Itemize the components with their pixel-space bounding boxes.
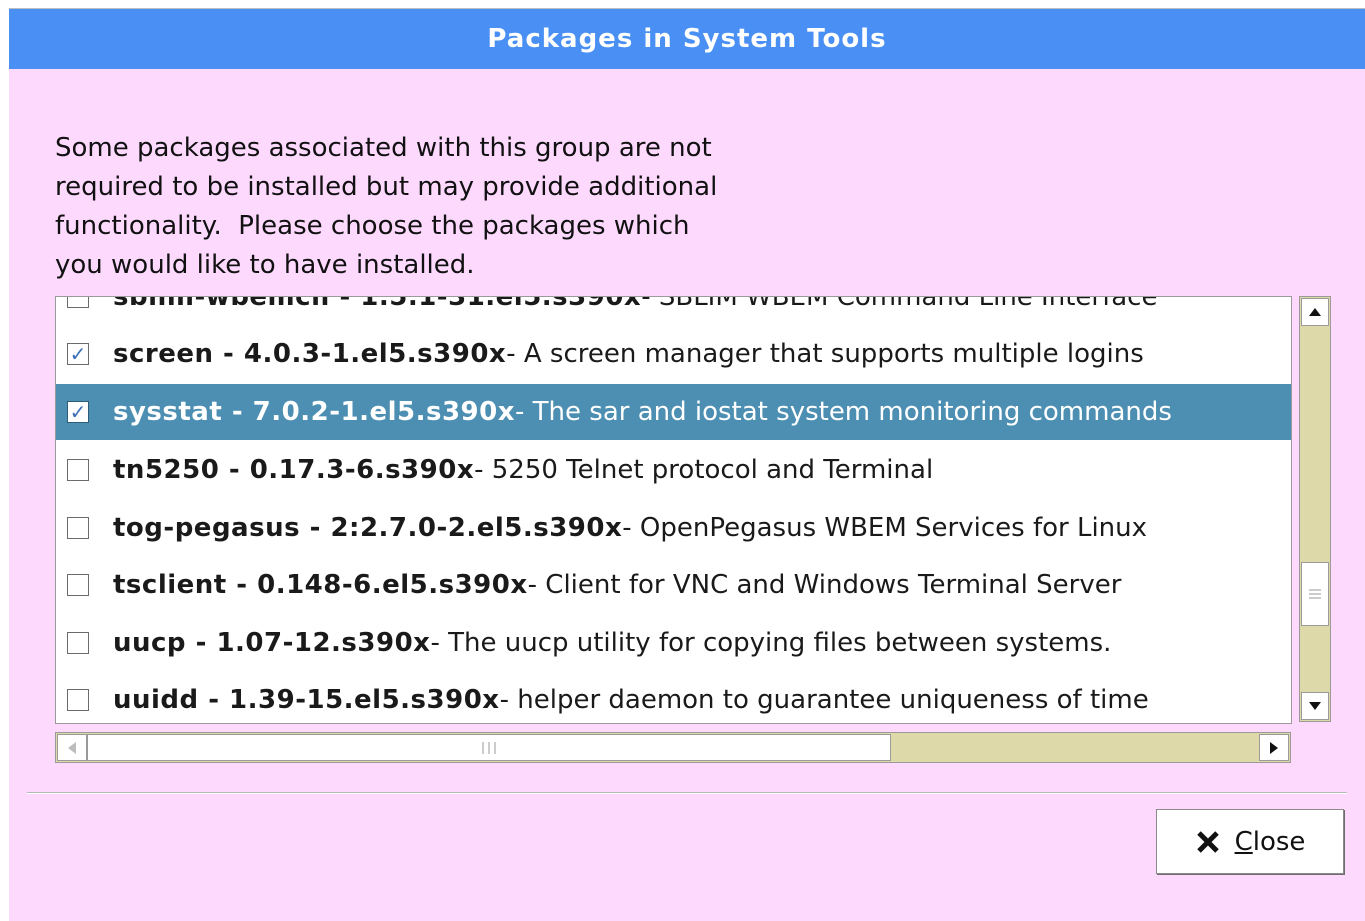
close-label: Close bbox=[1235, 827, 1306, 857]
close-button[interactable]: Close bbox=[1156, 809, 1344, 874]
package-row[interactable]: uucp - 1.07-12.s390x - The uucp utility … bbox=[56, 615, 1291, 671]
scroll-right-button[interactable] bbox=[1259, 734, 1289, 761]
scroll-left-button[interactable] bbox=[57, 734, 87, 761]
package-description: - A screen manager that supports multipl… bbox=[506, 339, 1144, 369]
package-checkbox[interactable] bbox=[67, 297, 89, 308]
package-list[interactable]: sblim-wbemcli - 1.5.1-31.el5.s390x - SBL… bbox=[55, 296, 1292, 724]
package-name: screen - 4.0.3-1.el5.s390x bbox=[113, 339, 507, 369]
package-name: uuidd - 1.39-15.el5.s390x bbox=[113, 685, 500, 715]
package-description: - 5250 Telnet protocol and Terminal bbox=[474, 455, 934, 485]
arrow-down-icon bbox=[1309, 702, 1321, 710]
horizontal-scrollbar[interactable] bbox=[55, 732, 1291, 763]
package-description: - OpenPegasus WBEM Services for Linux bbox=[622, 513, 1148, 543]
package-row[interactable]: sblim-wbemcli - 1.5.1-31.el5.s390x - SBL… bbox=[56, 296, 1291, 325]
package-name: tog-pegasus - 2:2.7.0-2.el5.s390x bbox=[113, 513, 623, 543]
package-description: - SBLIM WBEM Command Line Interface bbox=[641, 296, 1158, 312]
package-dialog: Packages in System Tools Some packages a… bbox=[9, 8, 1365, 921]
package-checkbox[interactable] bbox=[67, 517, 89, 539]
package-row[interactable]: tog-pegasus - 2:2.7.0-2.el5.s390x - Open… bbox=[56, 500, 1291, 556]
package-name: tn5250 - 0.17.3-6.s390x bbox=[113, 455, 475, 485]
package-checkbox[interactable] bbox=[67, 459, 89, 481]
horizontal-scroll-thumb[interactable] bbox=[87, 734, 891, 761]
package-name: sysstat - 7.0.2-1.el5.s390x bbox=[113, 397, 515, 427]
package-row-selected[interactable]: ✓ sysstat - 7.0.2-1.el5.s390x - The sar … bbox=[56, 384, 1291, 440]
package-checkbox[interactable]: ✓ bbox=[67, 343, 89, 365]
scroll-down-button[interactable] bbox=[1301, 692, 1329, 720]
package-description: - helper daemon to guarantee uniqueness … bbox=[499, 685, 1149, 715]
package-name: sblim-wbemcli - 1.5.1-31.el5.s390x bbox=[113, 296, 642, 312]
arrow-left-icon bbox=[68, 741, 76, 754]
checkmark-icon: ✓ bbox=[69, 400, 87, 424]
package-checkbox[interactable] bbox=[67, 632, 89, 654]
package-row[interactable]: tsclient - 0.148-6.el5.s390x - Client fo… bbox=[56, 557, 1291, 613]
vertical-scroll-thumb[interactable] bbox=[1301, 562, 1329, 626]
close-x-icon bbox=[1196, 830, 1219, 853]
arrow-up-icon bbox=[1309, 308, 1321, 316]
description-line: you would like to have installed. bbox=[55, 250, 475, 280]
description-text: Some packages associated with this group… bbox=[55, 129, 855, 285]
close-label-rest: lose bbox=[1252, 826, 1306, 857]
arrow-right-icon bbox=[1270, 741, 1278, 754]
package-checkbox[interactable]: ✓ bbox=[67, 401, 89, 423]
scroll-up-button[interactable] bbox=[1301, 298, 1329, 326]
grip-icon bbox=[1309, 589, 1321, 599]
package-row[interactable]: tn5250 - 0.17.3-6.s390x - 5250 Telnet pr… bbox=[56, 442, 1291, 498]
package-description: - The uucp utility for copying files bet… bbox=[430, 628, 1112, 658]
description-line: functionality. Please choose the package… bbox=[55, 211, 690, 241]
package-row[interactable]: uuidd - 1.39-15.el5.s390x - helper daemo… bbox=[56, 672, 1291, 723]
vertical-scrollbar[interactable] bbox=[1299, 296, 1331, 722]
description-line: Some packages associated with this group… bbox=[55, 133, 712, 163]
package-checkbox[interactable] bbox=[67, 574, 89, 596]
description-line: required to be installed but may provide… bbox=[55, 172, 718, 202]
package-name: uucp - 1.07-12.s390x bbox=[113, 628, 431, 658]
package-row[interactable]: ✓ screen - 4.0.3-1.el5.s390x - A screen … bbox=[56, 326, 1291, 382]
package-checkbox[interactable] bbox=[67, 689, 89, 711]
package-description: - The sar and iostat system monitoring c… bbox=[515, 397, 1172, 427]
dialog-title: Packages in System Tools bbox=[9, 9, 1365, 69]
package-name: tsclient - 0.148-6.el5.s390x bbox=[113, 570, 528, 600]
separator bbox=[27, 792, 1347, 794]
close-mnemonic: C bbox=[1234, 826, 1253, 857]
grip-icon bbox=[482, 741, 496, 754]
package-description: - Client for VNC and Windows Terminal Se… bbox=[527, 570, 1122, 600]
checkmark-icon: ✓ bbox=[69, 342, 87, 366]
